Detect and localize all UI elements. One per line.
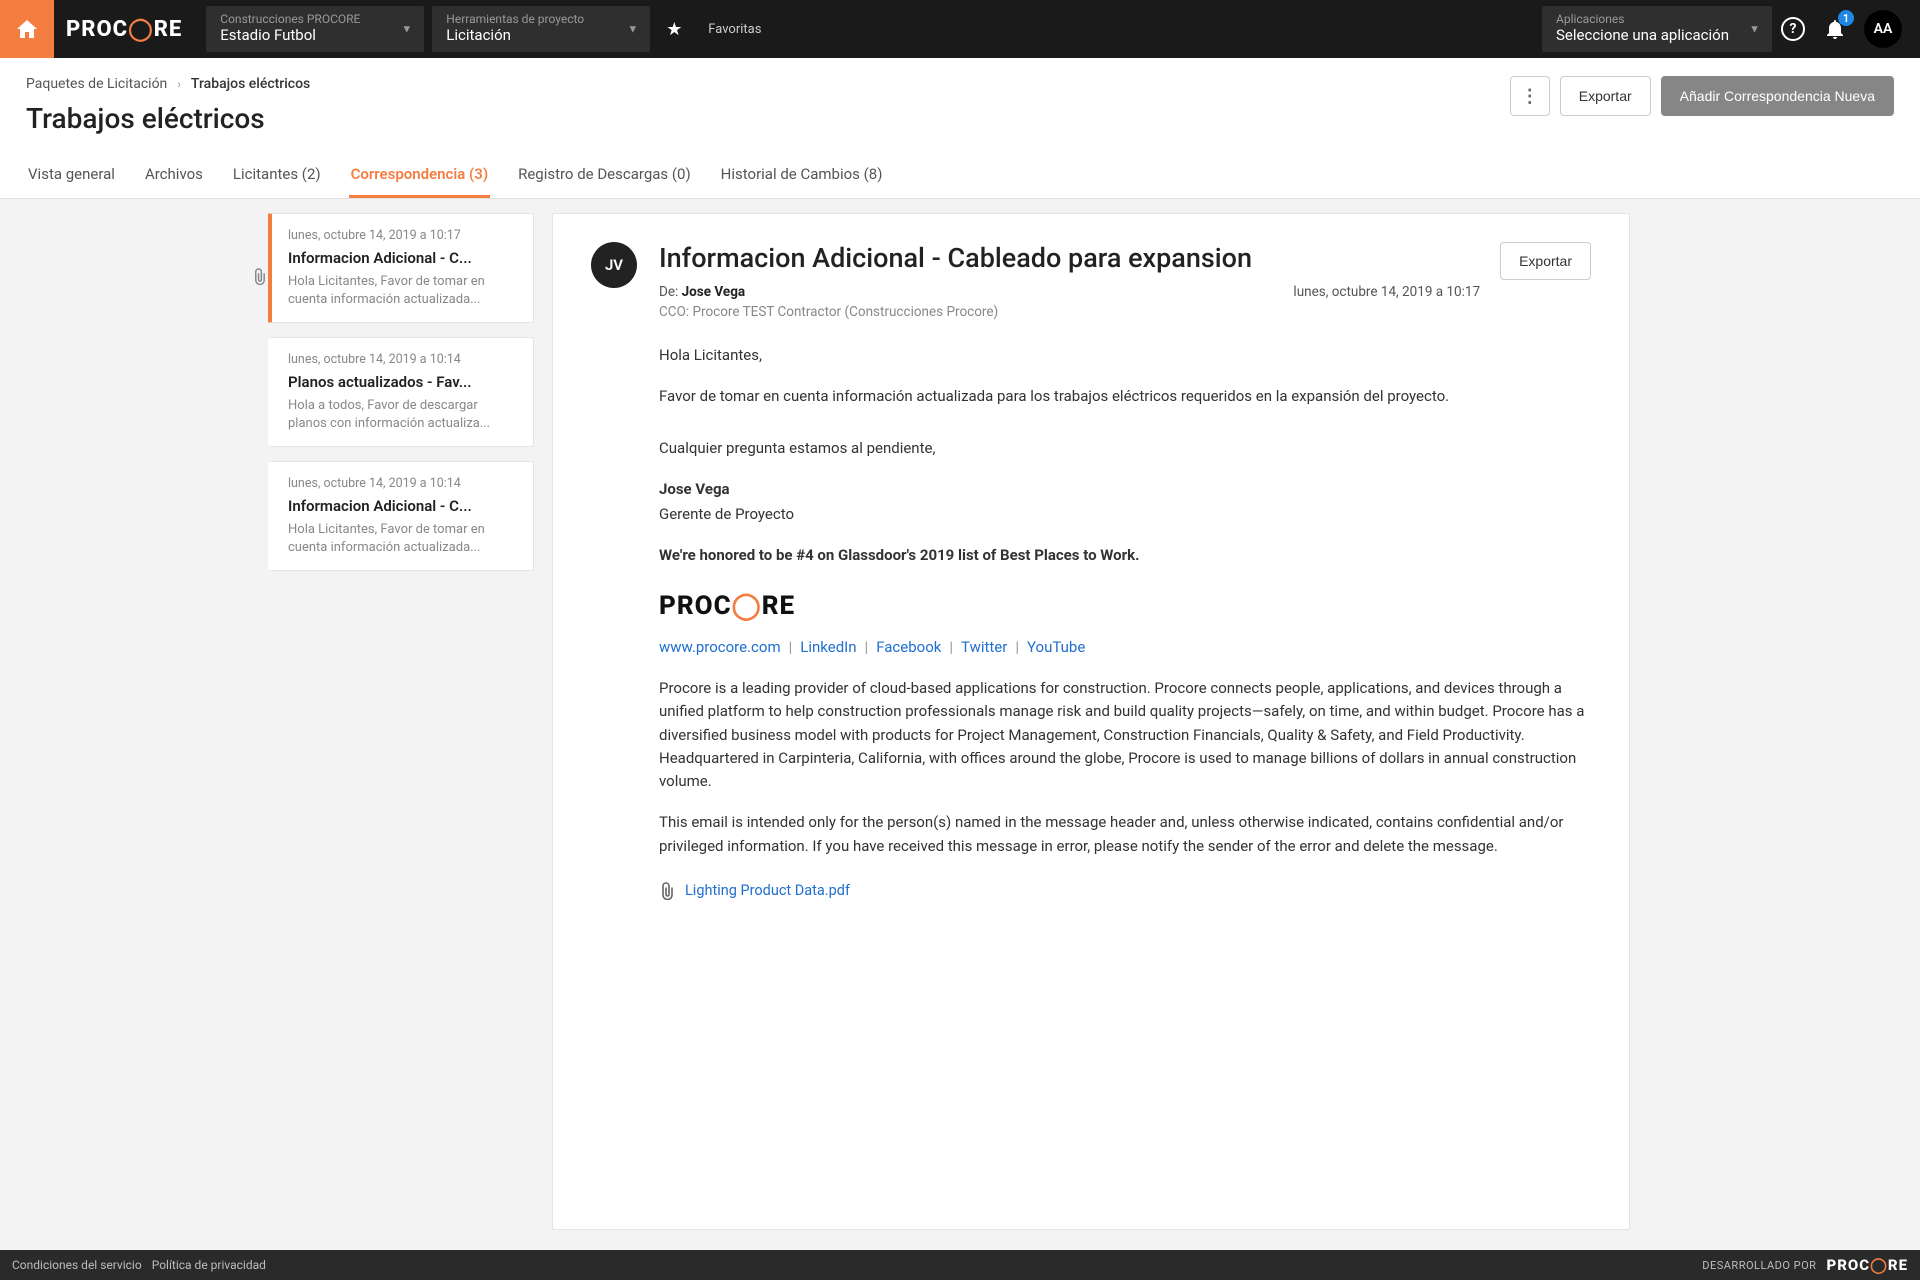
tab[interactable]: Licitantes (2) xyxy=(231,153,323,198)
page-title: Trabajos eléctricos xyxy=(26,102,310,135)
favorites-link[interactable]: Favoritas xyxy=(694,22,775,37)
more-actions-button[interactable]: ⋮ xyxy=(1510,76,1550,116)
topbar: PROC◯RE Construcciones PROCORE Estadio F… xyxy=(0,0,1920,58)
tab[interactable]: Registro de Descargas (0) xyxy=(516,153,693,198)
signature-link[interactable]: www.procore.com xyxy=(659,636,781,659)
sender-avatar: JV xyxy=(591,242,637,288)
tool-selector-value: Licitación xyxy=(446,26,612,46)
chevron-down-icon: ▼ xyxy=(1749,23,1760,36)
chevron-down-icon: ▼ xyxy=(627,23,638,36)
logo-dot-icon: ◯ xyxy=(732,586,762,626)
chevron-down-icon: ▼ xyxy=(401,23,412,36)
footer-logo: PROC◯RE xyxy=(1826,1256,1908,1274)
add-correspondence-button[interactable]: Añadir Correspondencia Nueva xyxy=(1661,76,1894,116)
footer-privacy-link[interactable]: Política de privacidad xyxy=(152,1258,266,1272)
message-item-preview: Hola Licitantes, Favor de tomar en cuent… xyxy=(288,273,517,308)
signature-name: Jose Vega xyxy=(659,480,730,498)
body-greeting: Hola Licitantes, xyxy=(659,344,1591,367)
breadcrumb-root[interactable]: Paquetes de Licitación xyxy=(26,76,167,92)
signature-role: Gerente de Proyecto xyxy=(659,503,1591,526)
signature-disclaimer: This email is intended only for the pers… xyxy=(659,811,1591,858)
user-avatar[interactable]: AA xyxy=(1864,10,1902,48)
chevron-right-icon: › xyxy=(177,77,181,91)
tab[interactable]: Vista general xyxy=(26,153,117,198)
message-item-date: lunes, octubre 14, 2019 a 10:14 xyxy=(288,476,517,491)
message-detail: JV Informacion Adicional - Cableado para… xyxy=(552,213,1630,1230)
home-icon xyxy=(17,20,37,38)
footer: Condiciones del servicio Política de pri… xyxy=(0,1250,1920,1280)
message-title: Informacion Adicional - Cableado para ex… xyxy=(659,242,1480,274)
message-list-item[interactable]: lunes, octubre 14, 2019 a 10:14 Informaci… xyxy=(268,461,534,571)
signature-link[interactable]: Twitter xyxy=(961,636,1007,659)
help-icon: ? xyxy=(1781,17,1805,41)
message-item-date: lunes, octubre 14, 2019 a 10:14 xyxy=(288,352,517,367)
attachment-link[interactable]: Lighting Product Data.pdf xyxy=(685,880,850,902)
notifications-button[interactable]: 1 xyxy=(1818,12,1852,46)
message-item-preview: Hola Licitantes, Favor de tomar en cuent… xyxy=(288,521,517,556)
tool-selector-label: Herramientas de proyecto xyxy=(446,12,612,26)
cco-value: Procore TEST Contractor (Construcciones … xyxy=(692,304,998,320)
message-item-date: lunes, octubre 14, 2019 a 10:17 xyxy=(288,228,517,243)
signature-logo: PROC◯RE xyxy=(659,586,1591,626)
logo-dot-icon: ◯ xyxy=(128,17,154,42)
help-button[interactable]: ? xyxy=(1776,12,1810,46)
tab[interactable]: Historial de Cambios (8) xyxy=(719,153,885,198)
home-button[interactable] xyxy=(0,0,54,58)
favorite-button[interactable]: ★ xyxy=(654,19,694,40)
apps-selector[interactable]: Aplicaciones Seleccione una aplicación ▼ xyxy=(1542,6,1772,52)
paperclip-icon xyxy=(252,268,267,285)
paperclip-icon xyxy=(659,882,675,900)
company-selector-value: Estadio Futbol xyxy=(220,26,386,46)
message-date: lunes, octubre 14, 2019 a 10:17 xyxy=(1293,284,1480,300)
message-body: Hola Licitantes, Favor de tomar en cuent… xyxy=(659,344,1591,902)
tab[interactable]: Archivos xyxy=(143,153,205,198)
signature-honor: We're honored to be #4 on Glassdoor's 20… xyxy=(659,544,1591,567)
footer-powered-label: DESARROLLADO POR xyxy=(1702,1259,1816,1272)
breadcrumb-current: Trabajos eléctricos xyxy=(191,76,310,92)
message-item-preview: Hola a todos, Favor de descargar planos … xyxy=(288,397,517,432)
app-logo: PROC◯RE xyxy=(54,17,202,42)
breadcrumb: Paquetes de Licitación › Trabajos eléctr… xyxy=(26,76,310,92)
signature-link[interactable]: YouTube xyxy=(1027,636,1085,659)
export-message-button[interactable]: Exportar xyxy=(1500,242,1591,280)
message-list: lunes, octubre 14, 2019 a 10:17 Informaci… xyxy=(268,199,534,1258)
company-selector[interactable]: Construcciones PROCORE Estadio Futbol ▼ xyxy=(206,6,424,52)
message-item-subject: Informacion Adicional - C... xyxy=(288,249,517,267)
tool-selector[interactable]: Herramientas de proyecto Licitación ▼ xyxy=(432,6,650,52)
body-p2: Cualquier pregunta estamos al pendiente, xyxy=(659,437,1591,460)
tab[interactable]: Correspondencia (3) xyxy=(349,153,490,198)
message-list-item[interactable]: lunes, octubre 14, 2019 a 10:14 Planos ac… xyxy=(268,337,534,447)
body-p1: Favor de tomar en cuenta información act… xyxy=(659,385,1591,408)
footer-terms-link[interactable]: Condiciones del servicio xyxy=(12,1258,142,1272)
from-label: De: xyxy=(659,284,682,300)
logo-dot-icon: ◯ xyxy=(1870,1256,1888,1274)
content-area: lunes, octubre 14, 2019 a 10:17 Informaci… xyxy=(0,199,1920,1258)
signature-link[interactable]: LinkedIn xyxy=(800,636,856,659)
tabs: Vista general Archivos Licitantes (2) Corre… xyxy=(26,153,1894,198)
cco-label: CCO: xyxy=(659,304,692,320)
signature-link[interactable]: Facebook xyxy=(876,636,941,659)
attachment-row: Lighting Product Data.pdf xyxy=(659,880,1591,902)
star-icon: ★ xyxy=(666,19,682,40)
export-button[interactable]: Exportar xyxy=(1560,76,1651,116)
signature-about: Procore is a leading provider of cloud-b… xyxy=(659,677,1591,793)
notification-badge: 1 xyxy=(1838,10,1854,26)
from-name: Jose Vega xyxy=(682,284,746,300)
page-header: Paquetes de Licitación › Trabajos eléctr… xyxy=(0,58,1920,199)
message-item-subject: Planos actualizados - Fav... xyxy=(288,373,517,391)
apps-selector-value: Seleccione una aplicación xyxy=(1556,26,1734,46)
apps-selector-label: Aplicaciones xyxy=(1556,12,1734,26)
message-list-item[interactable]: lunes, octubre 14, 2019 a 10:17 Informaci… xyxy=(268,213,534,323)
message-item-subject: Informacion Adicional - C... xyxy=(288,497,517,515)
company-selector-label: Construcciones PROCORE xyxy=(220,12,386,26)
signature-links: www.procore.com|LinkedIn|Facebook|Twitte… xyxy=(659,636,1591,659)
